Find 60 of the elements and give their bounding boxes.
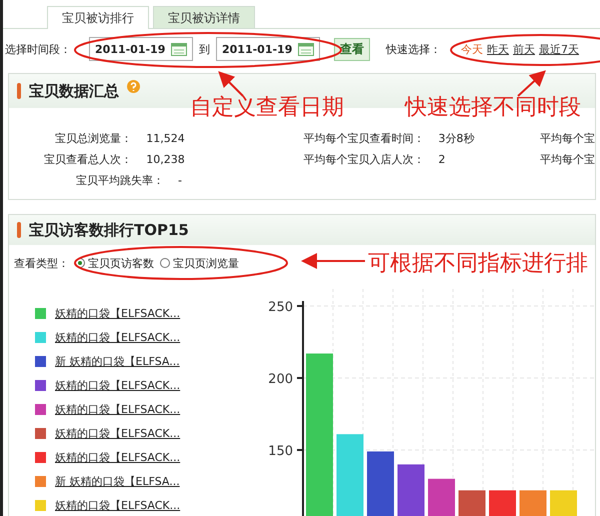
stat-value: - bbox=[177, 174, 183, 187]
section-title: 宝贝数据汇总 bbox=[29, 82, 119, 100]
view-type-radio[interactable]: 宝贝页访客数 bbox=[75, 256, 154, 270]
help-icon[interactable] bbox=[127, 80, 140, 92]
quick-select-link[interactable]: 最近7天 bbox=[539, 42, 579, 56]
quick-select-link[interactable]: 今天 bbox=[461, 42, 483, 56]
annotation-arrow bbox=[301, 253, 365, 269]
stat-value: 11,524 bbox=[145, 132, 186, 145]
legend-link[interactable]: 新 妖精的口袋【ELFSA... bbox=[55, 354, 180, 368]
bar bbox=[550, 490, 577, 516]
legend-link[interactable]: 妖精的口袋【ELFSACK... bbox=[55, 426, 180, 440]
stat-label: 平均每个宝贝入店人次： bbox=[302, 152, 424, 167]
bar bbox=[520, 490, 546, 516]
bar bbox=[428, 478, 455, 516]
view-type-radio[interactable]: 宝贝页浏览量 bbox=[160, 256, 239, 270]
section-marker-icon bbox=[17, 83, 21, 99]
view-button[interactable]: 查看 bbox=[334, 38, 370, 60]
legend-link[interactable]: 新 妖精的口袋【ELFSA... bbox=[55, 474, 180, 488]
bar bbox=[398, 464, 424, 516]
legend-link[interactable]: 妖精的口袋【ELFSACK... bbox=[55, 378, 180, 392]
section-title: 宝贝访客数排行TOP15 bbox=[29, 220, 189, 240]
stat-label: 宝贝平均跳失率： bbox=[75, 173, 164, 188]
end-date-field[interactable]: 2011-01-19 bbox=[216, 37, 320, 61]
radio-icon[interactable] bbox=[160, 258, 170, 268]
bar bbox=[367, 451, 394, 516]
legend-link[interactable]: 妖精的口袋【ELFSACK... bbox=[55, 498, 180, 512]
tab[interactable]: 宝贝被访排行 bbox=[47, 6, 149, 29]
stat-label: 平均每个宝贝查看时间： bbox=[302, 131, 424, 146]
stat-label: 平均每个宝 bbox=[540, 131, 595, 146]
quick-select-link[interactable]: 前天 bbox=[513, 42, 535, 56]
stat-value: 2 bbox=[437, 153, 446, 166]
bar bbox=[458, 490, 486, 516]
legend-link[interactable]: 妖精的口袋【ELFSACK... bbox=[55, 450, 180, 464]
annotation-text: 自定义查看日期 bbox=[190, 94, 344, 122]
quick-select-link[interactable]: 昨天 bbox=[487, 42, 509, 56]
stat-label: 宝贝总浏览量： bbox=[54, 131, 132, 146]
stat-label: 平均每个宝 bbox=[540, 152, 595, 167]
bar bbox=[489, 490, 516, 516]
legend-link[interactable]: 妖精的口袋【ELFSACK... bbox=[55, 402, 180, 416]
annotation-text: 快速选择不同时段 bbox=[405, 94, 581, 122]
section-marker-icon bbox=[17, 222, 21, 238]
annotation-text: 可根据不同指标进行排 bbox=[368, 250, 588, 278]
y-tick-label: 200 bbox=[268, 372, 293, 387]
view-type-label: 查看类型： bbox=[14, 256, 69, 270]
legend-link[interactable]: 妖精的口袋【ELFSACK... bbox=[55, 330, 180, 344]
annotation-arrow bbox=[517, 70, 546, 97]
calendar-icon[interactable] bbox=[298, 42, 314, 56]
quick-select-label: 快速选择： bbox=[386, 42, 441, 56]
time-range-label: 选择时间段： bbox=[5, 42, 71, 56]
tab[interactable]: 宝贝被访详情 bbox=[153, 6, 255, 28]
y-tick-label: 250 bbox=[268, 300, 293, 315]
calendar-icon[interactable] bbox=[171, 42, 187, 56]
to-label: 到 bbox=[199, 42, 210, 56]
stat-value: 10,238 bbox=[145, 153, 186, 166]
stat-value: 3分8秒 bbox=[437, 131, 476, 146]
y-tick-label: 150 bbox=[268, 444, 293, 459]
legend-link[interactable]: 妖精的口袋【ELFSACK... bbox=[55, 306, 180, 320]
annotation-arrow bbox=[218, 71, 244, 97]
stat-label: 宝贝查看总人次： bbox=[43, 152, 132, 167]
start-date-field[interactable]: 2011-01-19 bbox=[89, 37, 193, 61]
